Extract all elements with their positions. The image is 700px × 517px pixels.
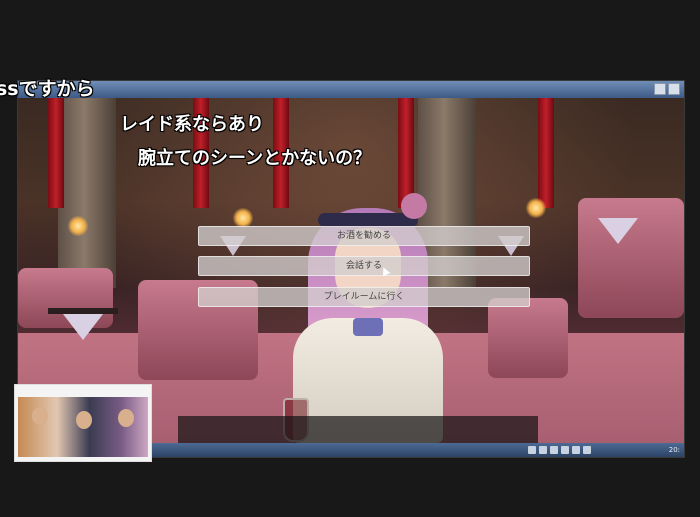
scene-curtain (538, 98, 554, 208)
webcam-overlay (14, 384, 152, 462)
scene-table-cloth (63, 314, 103, 340)
minimize-icon[interactable] (654, 83, 666, 95)
tray-icon[interactable] (528, 446, 536, 454)
tray-icon[interactable] (572, 446, 580, 454)
scene-lamp (68, 216, 88, 236)
stream-stage: お酒を勧める 会話する プレイルームに行く 20: ssですから レイド系ならあ (0, 0, 700, 517)
overlay-comment: レイド系ならあり (120, 114, 264, 135)
system-tray (528, 445, 638, 455)
webcam-feed (18, 397, 148, 457)
menu-option-offer-drink[interactable]: お酒を勧める (198, 226, 530, 246)
character-headband (318, 213, 418, 227)
close-icon[interactable] (668, 83, 680, 95)
window-controls (654, 83, 680, 95)
scene-lamp (526, 198, 546, 218)
scene-sofa (488, 298, 568, 378)
scene-pillar (58, 98, 116, 288)
tray-icon[interactable] (561, 446, 569, 454)
menu-option-playroom[interactable]: プレイルームに行く (198, 287, 530, 307)
overlay-comment: 腕立てのシーンとかないの？ (138, 148, 372, 169)
tray-icon[interactable] (539, 446, 547, 454)
character-bow (353, 318, 383, 336)
webcam-person (76, 411, 92, 429)
menu-option-talk[interactable]: 会話する (198, 256, 530, 276)
scene-table-cloth (598, 218, 638, 244)
scene-curtain (48, 98, 64, 208)
taskbar-clock: 20: (668, 446, 680, 454)
scene-lamp (233, 208, 253, 228)
webcam-person (118, 409, 134, 427)
tray-icon[interactable] (583, 446, 591, 454)
character-hair-bun (401, 193, 427, 219)
scene-sofa (578, 198, 684, 318)
tray-icon[interactable] (550, 446, 558, 454)
webcam-person (32, 407, 48, 425)
overlay-comment: ssですから (0, 78, 95, 100)
window-titlebar (18, 81, 684, 98)
